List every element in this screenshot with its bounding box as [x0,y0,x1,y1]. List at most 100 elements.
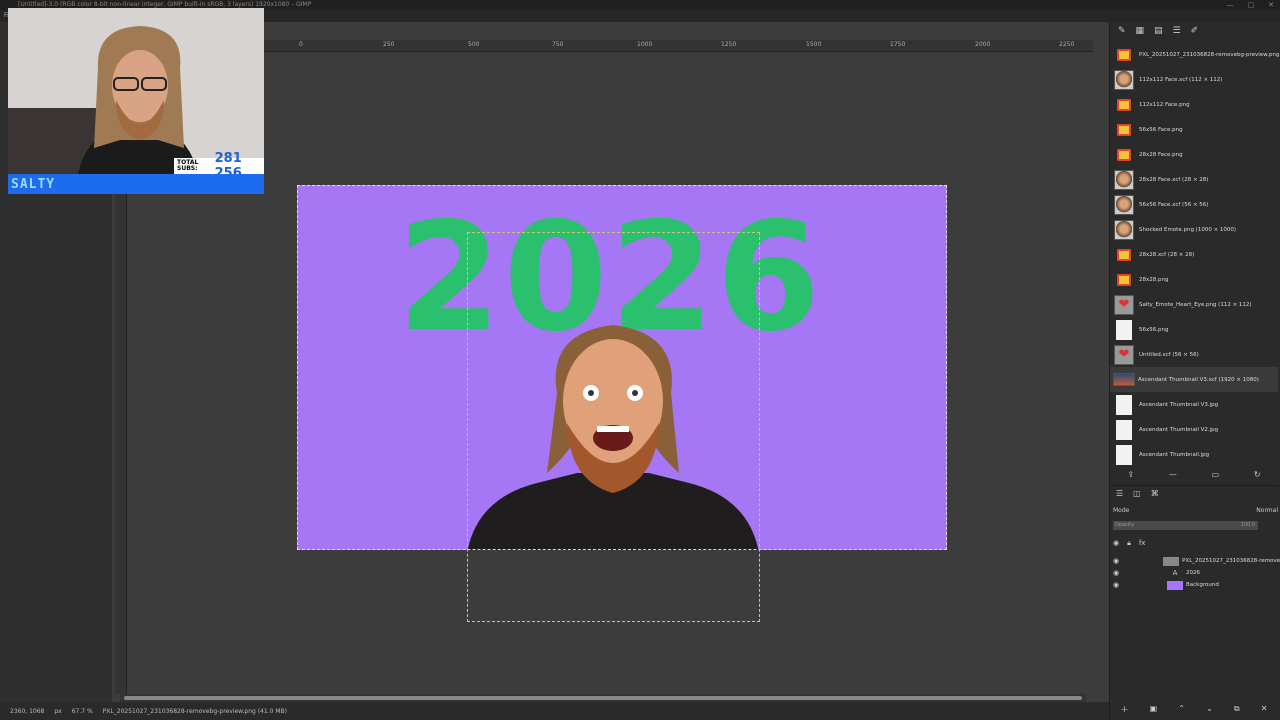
image-list-item[interactable]: 56x56 Face.xcf (56 × 56) [1110,192,1278,217]
image-name: 56x56.png [1139,326,1169,333]
layer-row[interactable]: ◉ PXL_20251027_231036828-removebg [1113,555,1280,567]
image-thumbnail [1116,394,1132,415]
opacity-value: 100.0 [1240,522,1255,528]
image-name: 28x28 Face.png [1139,151,1183,158]
ruler-label: 0 [299,41,303,48]
raise-view-icon[interactable]: ⇪ [1127,470,1134,485]
image-thumbnail [1114,219,1134,240]
image-name: 28x28.xcf (28 × 28) [1139,251,1195,258]
image-list-item[interactable]: Ascendant Thumbnail V3.jpg [1110,392,1278,417]
image-list-item[interactable]: 56x56.png [1110,317,1278,342]
scrollbar-thumb[interactable] [124,696,1082,700]
refresh-icon[interactable]: ↻ [1254,470,1261,485]
channel-name: SALTY [11,177,56,192]
pen-icon[interactable]: ✐ [1191,26,1199,40]
new-group-icon[interactable]: ▣ [1150,704,1158,720]
image-list-item[interactable]: 112x112 Face.png [1110,92,1278,117]
minimize-button[interactable]: — [1227,0,1234,10]
image-thumbnail [1117,148,1131,161]
horizontal-ruler[interactable]: 0 250 500 750 1000 1250 1500 1750 2000 2… [127,40,1093,52]
zoom-select[interactable]: 67.7 % [72,708,93,715]
layers-panel-toolbar: ＋ ▣ ⌃ ⌄ ⧉ ✕ [1110,704,1278,720]
image-name: 112x112 Face.xcf (112 × 112) [1139,76,1223,83]
image-name: 56x56 Face.xcf (56 × 56) [1139,201,1209,208]
paths-tab-icon[interactable]: ⌘ [1151,489,1159,505]
visibility-eye-icon[interactable]: ◉ [1113,581,1123,589]
image-thumbnail [1116,419,1132,440]
image-name: 56x56 Face.png [1139,126,1183,133]
image-thumbnail [1113,373,1135,386]
image-list-item[interactable]: Salty_Emote_Heart_Eye.png (112 × 112) [1110,292,1278,317]
image-name: Ascendant Thumbnail.jpg [1139,451,1210,458]
image-name: PXL_20251027_231036828-removebg-preview.… [1139,51,1280,58]
layer-name: 2026 [1186,570,1200,576]
image-thumbnail [1117,248,1131,261]
ruler-label: 2000 [975,41,991,48]
pattern-icon[interactable]: ▦ [1136,26,1145,40]
horizontal-scrollbar[interactable] [120,694,1086,702]
image-name: Ascendant Thumbnail V2.jpg [1139,426,1219,433]
image-list-item[interactable]: Untitled.xcf (56 × 56) [1110,342,1278,367]
image-list-item[interactable]: 112x112 Face.xcf (112 × 112) [1110,67,1278,92]
layer-name: Background [1186,582,1219,588]
dock-tab-bar: ✎ ▦ ▤ ☰ ✐ [1112,26,1272,40]
raise-layer-icon[interactable]: ⌃ [1178,704,1185,720]
ruler-label: 1250 [721,41,737,48]
new-display-icon[interactable]: ▭ [1212,470,1220,485]
layer-row[interactable]: ◉ Background [1113,579,1278,591]
ruler-label: 2250 [1059,41,1075,48]
ruler-label: 250 [383,41,395,48]
layer-thumbnail: A [1172,568,1178,577]
image-name: 28x28 Face.xcf (28 × 28) [1139,176,1209,183]
mode-select[interactable]: Normal [1256,507,1278,518]
layer-thumbnail [1167,580,1183,590]
image-list-item[interactable]: PXL_20251027_231036828-removebg-preview.… [1110,42,1280,67]
image-name: Salty_Emote_Heart_Eye.png (112 × 112) [1139,301,1252,308]
ruler-label: 500 [468,41,480,48]
new-layer-icon[interactable]: ＋ [1121,704,1129,720]
delete-layer-icon[interactable]: ✕ [1261,704,1268,720]
lock-icon[interactable]: 🔒︎ [1127,539,1131,549]
image-list-item[interactable]: Shocked Emote.png (1000 × 1000) [1110,217,1278,242]
opacity-slider[interactable]: Opacity 100.0 [1113,521,1258,530]
unit-select[interactable]: px [54,708,61,715]
close-button[interactable]: ✕ [1268,0,1274,10]
image-name: Shocked Emote.png (1000 × 1000) [1139,226,1237,233]
image-list-item[interactable]: 28x28.png [1110,267,1278,292]
delete-view-icon[interactable]: — [1169,470,1177,485]
image-thumbnail [1117,123,1131,136]
image-list-item[interactable]: Ascendant Thumbnail V2.jpg [1110,417,1278,442]
gradient-icon[interactable]: ▤ [1154,26,1163,40]
image-name: Ascendant Thumbnail V3.xcf (1920 × 1080) [1138,376,1259,383]
duplicate-layer-icon[interactable]: ⧉ [1234,704,1240,720]
eye-icon[interactable]: ◉ [1113,539,1119,549]
channels-tab-icon[interactable]: ◫ [1133,489,1141,505]
maximize-button[interactable]: ▢ [1248,0,1255,10]
layer-row[interactable]: ◉ A 2026 [1113,567,1278,579]
image-thumbnail [1114,194,1134,215]
image-list-item[interactable]: 28x28 Face.xcf (28 × 28) [1110,167,1278,192]
status-info: PXL_20251027_231036828-removebg-preview.… [102,707,287,715]
images-panel-toolbar: ⇪ — ▭ ↻ [1110,470,1278,486]
image-list-item[interactable]: 28x28 Face.png [1110,142,1278,167]
image-list-item[interactable]: Ascendant Thumbnail V3.xcf (1920 × 1080) [1110,367,1278,392]
image-list-item[interactable]: Ascendant Thumbnail.jpg [1110,442,1278,467]
layers-tab-icon[interactable]: ☰ [1116,489,1123,505]
lower-layer-icon[interactable]: ⌄ [1206,704,1213,720]
status-bar: 2360, 1068 px 67.7 % PXL_20251027_231036… [0,702,1109,720]
mode-row: Mode Normal [1113,507,1278,518]
visibility-eye-icon[interactable]: ◉ [1113,557,1119,565]
image-thumbnail [1114,169,1134,190]
image-list-item[interactable]: 56x56 Face.png [1110,117,1278,142]
image-list-item[interactable]: 28x28.xcf (28 × 28) [1110,242,1278,267]
fx-icon[interactable]: fx [1139,539,1146,549]
images-tab-icon[interactable]: ☰ [1173,26,1181,40]
layers-tabs: ☰ ◫ ⌘ [1110,489,1278,505]
visibility-eye-icon[interactable]: ◉ [1113,569,1123,577]
channel-banner: SALTY [8,174,264,194]
subs-counter: TOTAL SUBS: 281 256 [174,151,264,181]
image-name: Ascendant Thumbnail V3.jpg [1139,401,1219,408]
pointer-coords: 2360, 1068 [10,707,45,715]
brush-icon[interactable]: ✎ [1118,26,1126,40]
layer-thumbnail [1163,556,1180,566]
